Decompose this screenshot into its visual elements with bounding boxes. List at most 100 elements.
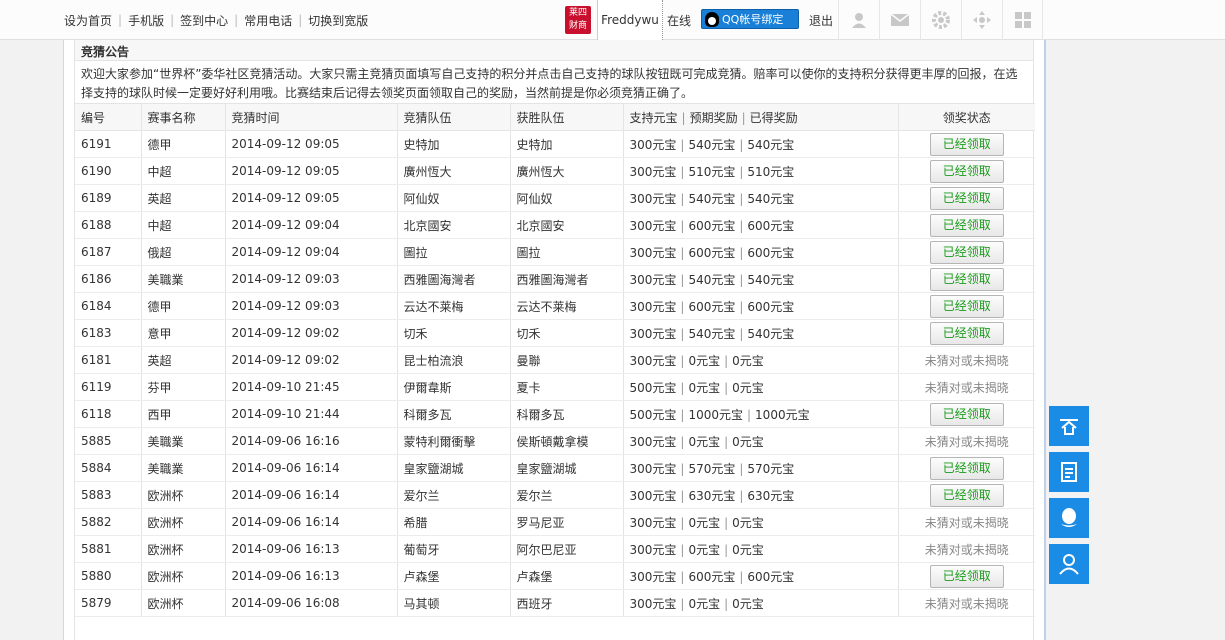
cell-time: 2014-09-06 16:16: [225, 427, 398, 455]
claimed-button[interactable]: 已经领取: [929, 483, 1004, 507]
cell-team: 卢森堡: [397, 562, 511, 590]
claimed-button[interactable]: 已经领取: [929, 186, 1004, 210]
contact-person-icon: [1059, 554, 1079, 575]
cell-status: 未猜对或未揭晓: [898, 508, 1035, 536]
common-phones-link[interactable]: 常用电话: [238, 12, 298, 29]
cell-rewards: 300元宝 | 0元宝 | 0元宝: [623, 427, 899, 455]
cell-team: 伊爾韋斯: [397, 373, 511, 401]
table-row: 6188 中超 2014-09-12 09:04 北京國安 北京國安 300元宝 | 600元…: [75, 211, 1035, 239]
set-homepage-link[interactable]: 设为首页: [58, 12, 118, 29]
switch-wide-link[interactable]: 切换到宽版: [302, 12, 374, 29]
cell-team: 切禾: [397, 319, 511, 347]
cell-status: 已经领取: [898, 238, 1035, 266]
cell-winner: 皇家鹽湖城: [510, 454, 624, 482]
cell-expected: 0元宝: [688, 515, 721, 530]
cell-team: 皇家鹽湖城: [397, 454, 511, 482]
claimed-button[interactable]: 已经领取: [929, 132, 1004, 156]
col-time: 竞猜时间: [225, 103, 398, 131]
cell-earned: 1000元宝: [755, 407, 810, 422]
checkin-center-link[interactable]: 签到中心: [174, 12, 234, 29]
cell-rewards: 300元宝 | 510元宝 | 510元宝: [623, 157, 899, 185]
mobile-version-link[interactable]: 手机版: [122, 12, 170, 29]
claimed-button[interactable]: 已经领取: [929, 321, 1004, 345]
table-row: 6119 芬甲 2014-09-10 21:45 伊爾韋斯 夏卡 500元宝 | 0元宝 | 0元…: [75, 373, 1035, 401]
separator: |: [680, 407, 685, 422]
cell-time: 2014-09-06 16:13: [225, 562, 398, 590]
cell-id: 6183: [75, 319, 142, 347]
cell-rewards: 500元宝 | 1000元宝 | 1000元宝: [623, 400, 899, 428]
claimed-button[interactable]: 已经领取: [929, 402, 1004, 426]
col-winner: 获胜队伍: [510, 103, 624, 131]
site-logo[interactable]: 莱四财商: [565, 6, 591, 34]
claimed-button[interactable]: 已经领取: [929, 294, 1004, 318]
cell-team: 西雅圖海灣者: [397, 265, 511, 293]
cell-status: 已经领取: [898, 562, 1035, 590]
table-row: 6118 西甲 2014-09-10 21:44 科爾多瓦 科爾多瓦 500元宝 | 1000…: [75, 400, 1035, 428]
table-row: 6189 英超 2014-09-12 09:05 阿仙奴 阿仙奴 300元宝 | 540元宝 |…: [75, 184, 1035, 212]
cell-time: 2014-09-06 16:08: [225, 589, 398, 617]
online-status[interactable]: 在线: [667, 12, 691, 29]
cell-expected: 510元宝: [688, 164, 736, 179]
cell-rewards: 300元宝 | 540元宝 | 540元宝: [623, 265, 899, 293]
back-to-top-button[interactable]: [1049, 406, 1089, 446]
cell-id: 6187: [75, 238, 142, 266]
cell-stake: 300元宝: [629, 245, 677, 260]
claimed-button[interactable]: 已经领取: [929, 267, 1004, 291]
cell-rewards: 300元宝 | 540元宝 | 540元宝: [623, 319, 899, 347]
document-button[interactable]: [1049, 452, 1089, 492]
cell-winner: 圖拉: [510, 238, 624, 266]
cell-winner: 阿尔巴尼亚: [510, 535, 624, 563]
col-status: 领奖状态: [898, 103, 1035, 131]
username-link[interactable]: Freddywu: [597, 0, 663, 40]
separator: |: [680, 569, 685, 584]
cell-league: 英超: [141, 346, 226, 374]
cell-time: 2014-09-12 09:03: [225, 265, 398, 293]
table-row: 5885 美職業 2014-09-06 16:16 蒙特利爾衝擊 侯斯頓戴拿模 300元宝…: [75, 427, 1035, 455]
status-text: 未猜对或未揭晓: [924, 542, 1009, 557]
gear-icon[interactable]: [920, 0, 961, 40]
cell-rewards: 300元宝 | 600元宝 | 600元宝: [623, 562, 899, 590]
user-icon[interactable]: [838, 0, 879, 40]
cell-rewards: 300元宝 | 630元宝 | 630元宝: [623, 481, 899, 509]
cell-team: 昆士柏流浪: [397, 346, 511, 374]
cell-id: 5884: [75, 454, 142, 482]
claimed-button[interactable]: 已经领取: [929, 240, 1004, 264]
grid-menu-icon[interactable]: [1002, 0, 1043, 40]
cell-earned: 0元宝: [732, 515, 764, 530]
cell-expected: 600元宝: [688, 245, 736, 260]
separator: |: [680, 245, 685, 260]
status-text: 未猜对或未揭晓: [924, 515, 1009, 530]
cell-expected: 540元宝: [688, 272, 736, 287]
cell-league: 欧洲杯: [141, 589, 226, 617]
cell-stake: 300元宝: [629, 272, 677, 287]
cell-id: 5885: [75, 427, 142, 455]
cell-time: 2014-09-12 09:02: [225, 319, 398, 347]
claimed-button[interactable]: 已经领取: [929, 564, 1004, 588]
cell-team: 马其顿: [397, 589, 511, 617]
cell-id: 6188: [75, 211, 142, 239]
cell-rewards: 300元宝 | 0元宝 | 0元宝: [623, 346, 899, 374]
top-bar: 设为首页 | 手机版 | 签到中心 | 常用电话 | 切换到宽版 莱四财商 Freddy…: [0, 0, 1225, 40]
cell-earned: 0元宝: [732, 434, 764, 449]
contact-button[interactable]: [1049, 544, 1089, 584]
separator: |: [680, 137, 685, 152]
qq-bind-button[interactable]: QQ帐号绑定: [701, 9, 799, 29]
separator: |: [680, 191, 685, 206]
cell-expected: 0元宝: [688, 542, 721, 557]
logout-link[interactable]: 退出: [809, 12, 833, 29]
qq-service-button[interactable]: [1049, 498, 1089, 538]
cell-league: 欧洲杯: [141, 508, 226, 536]
claimed-button[interactable]: 已经领取: [929, 456, 1004, 480]
cell-earned: 0元宝: [732, 380, 764, 395]
cell-status: 已经领取: [898, 184, 1035, 212]
claimed-button[interactable]: 已经领取: [929, 213, 1004, 237]
navigation-icon[interactable]: [961, 0, 1002, 40]
qq-penguin-icon: [1061, 508, 1077, 527]
cell-team: 阿仙奴: [397, 184, 511, 212]
cell-time: 2014-09-06 16:14: [225, 508, 398, 536]
announcement-box: 竞猜公告 欢迎大家参加“世界杯”委华社区竞猜活动。大家只需主竞猜页面填写自己支持…: [74, 40, 1035, 640]
cell-stake: 300元宝: [629, 488, 677, 503]
separator: |: [739, 218, 744, 233]
claimed-button[interactable]: 已经领取: [929, 159, 1004, 183]
mail-icon[interactable]: [879, 0, 920, 40]
